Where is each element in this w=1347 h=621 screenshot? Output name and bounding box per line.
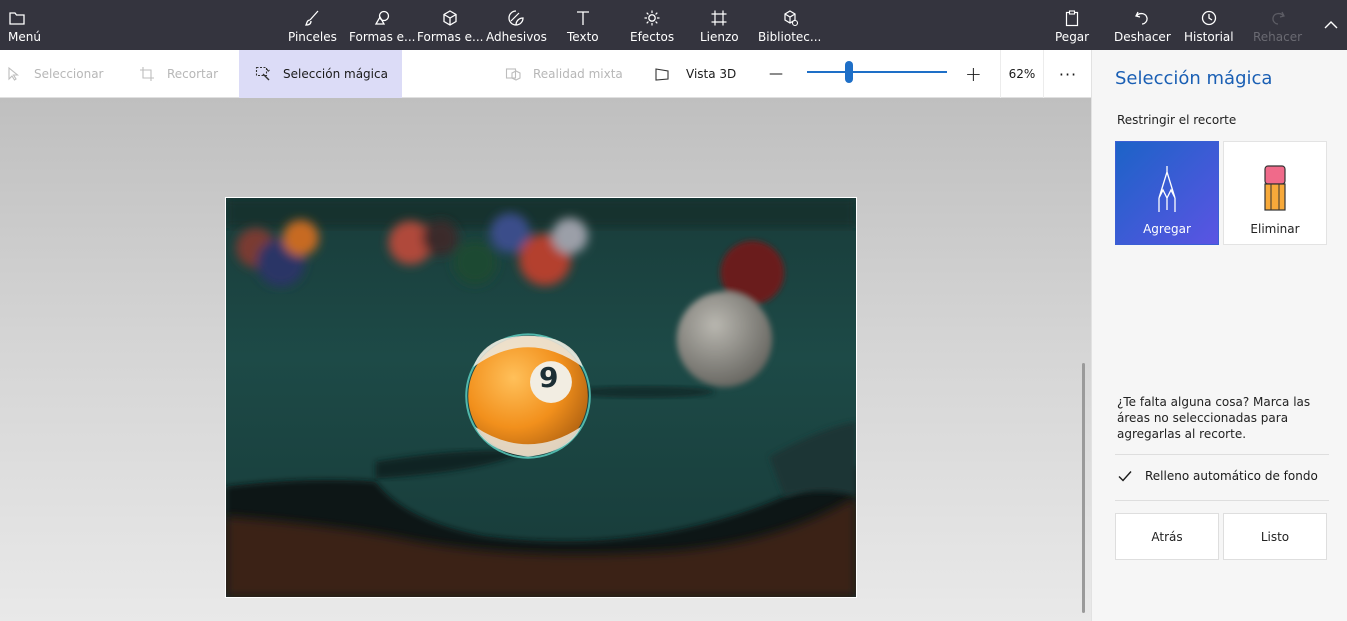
undo-label: Deshacer [1114,30,1171,44]
tool-label: Pinceles [288,30,337,44]
view-3d-label: Vista 3D [686,67,737,81]
magic-select-label: Selección mágica [283,67,388,81]
paste-icon [1065,10,1079,27]
redo-button[interactable]: Rehacer [1253,0,1302,50]
top-ribbon: Menú Pinceles Formas e... Formas e... Ad… [0,0,1347,50]
add-label: Agregar [1143,222,1191,236]
divider [1115,454,1329,455]
divider [1115,500,1329,501]
redo-icon [1271,11,1285,25]
collapse-ribbon-button[interactable] [1322,0,1340,50]
zoom-percent[interactable]: 62% [1000,50,1044,98]
panel-title: Selección mágica [1115,68,1273,89]
stickers-icon [508,10,525,26]
back-button[interactable]: Atrás [1115,513,1219,560]
minus-icon: — [769,66,783,82]
pool-table-image [226,198,856,597]
tool-effects[interactable]: Efectos [630,0,674,50]
tool-stickers[interactable]: Adhesivos [486,0,547,50]
zoom-out-button[interactable]: — [769,50,783,98]
select-label: Seleccionar [34,67,104,81]
library-icon [784,10,798,27]
done-button[interactable]: Listo [1223,513,1327,560]
3d-shapes-icon [443,10,457,26]
crop-label: Recortar [167,67,219,81]
2d-shapes-icon [375,10,390,25]
magic-select-panel: Selección mágica Restringir el recorte A… [1091,50,1347,621]
canvas-icon [711,10,727,26]
magic-select-button[interactable]: Selección mágica [239,50,402,98]
remove-button[interactable]: Eliminar [1223,141,1327,245]
folder-icon [9,12,25,25]
view-3d-button[interactable]: Vista 3D [654,50,736,98]
zoom-slider-track[interactable] [807,71,947,73]
undo-button[interactable]: Deshacer [1114,0,1171,50]
brush-icon [305,10,319,26]
zoom-slider-thumb[interactable] [845,61,853,83]
tool-label: Texto [567,30,599,44]
tool-label: Lienzo [700,30,739,44]
pool-photo[interactable]: 9 [225,197,857,598]
mixed-reality-button[interactable]: Realidad mixta [505,50,623,98]
tool-library[interactable]: Bibliotec... [758,0,821,50]
vertical-scrollbar[interactable] [1082,363,1085,613]
tool-2d-shapes[interactable]: Formas e... [349,0,415,50]
history-icon [1201,10,1216,26]
history-button[interactable]: Historial [1184,0,1234,50]
checkmark-icon [1118,471,1132,482]
tool-label: Formas e... [417,30,484,44]
paste-label: Pegar [1055,30,1090,44]
more-options-button[interactable]: ··· [1052,50,1084,98]
tool-3d-shapes[interactable]: Formas e... [417,0,483,50]
remove-label: Eliminar [1250,222,1300,236]
help-text: ¿Te falta alguna cosa? Marca las áreas n… [1117,395,1311,441]
chevron-up-icon [1324,21,1338,29]
mixed-reality-label: Realidad mixta [533,67,623,81]
autofill-label: Relleno automático de fondo [1145,469,1318,483]
paste-button[interactable]: Pegar [1055,0,1089,50]
menu-label: Menú [8,30,41,44]
mixed-reality-icon [505,68,521,81]
pointer-icon [8,66,20,81]
undo-icon [1135,11,1149,25]
tool-label: Adhesivos [486,30,547,44]
effects-icon [644,10,660,26]
history-label: Historial [1184,30,1234,44]
eraser-icon [1264,165,1286,211]
crop-button[interactable]: Recortar [139,50,218,98]
tool-canvas[interactable]: Lienzo [700,0,739,50]
tool-text[interactable]: Texto [567,0,599,50]
tool-brushes[interactable]: Pinceles [288,0,337,50]
select-button[interactable]: Seleccionar [6,50,103,98]
zoom-in-button[interactable]: + [965,50,982,98]
pencil-add-icon [1158,166,1176,212]
tool-label: Efectos [630,30,675,44]
menu-button[interactable]: Menú [8,0,41,50]
secondary-toolbar: Seleccionar Recortar Selección mágica Re… [0,50,1091,98]
plus-icon: + [965,62,982,86]
crop-icon [140,67,154,81]
autofill-checkbox[interactable]: Relleno automático de fondo [1117,468,1318,484]
tool-label: Bibliotec... [758,30,822,44]
magic-select-icon [255,66,270,81]
ball-number: 9 [539,361,559,394]
text-icon [576,11,589,25]
add-button[interactable]: Agregar [1115,141,1219,245]
redo-label: Rehacer [1253,30,1303,44]
tool-label: Formas e... [349,30,416,44]
view-3d-icon [655,68,669,81]
panel-subtitle: Restringir el recorte [1117,113,1237,127]
